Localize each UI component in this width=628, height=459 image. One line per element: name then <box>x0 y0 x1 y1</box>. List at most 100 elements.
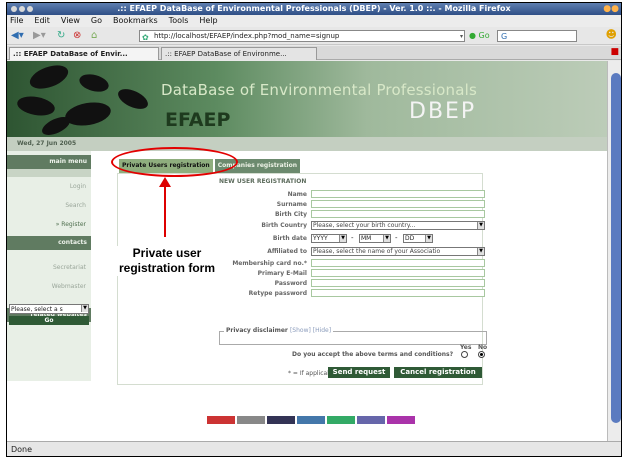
arrow-line <box>164 185 166 237</box>
birth-city-input[interactable] <box>311 210 485 218</box>
terms-question: Do you accept the above terms and condit… <box>292 351 454 358</box>
browser-window: .:: EFAEP DataBase of Environmental Prof… <box>6 2 622 457</box>
menu-edit[interactable]: Edit <box>34 15 50 27</box>
birth-country-select[interactable]: Please, select your birth country... ▼ <box>311 221 485 230</box>
surname-input[interactable] <box>311 200 485 208</box>
footer-badge[interactable] <box>267 416 295 424</box>
chevron-down-icon: ▼ <box>477 222 484 229</box>
status-bar: Done <box>7 441 621 456</box>
name-input[interactable] <box>311 190 485 198</box>
membership-input[interactable] <box>311 259 485 267</box>
tab-signup[interactable]: .:: EFAEP DataBase of Envir... <box>9 47 159 60</box>
chevron-down-icon: ▼ <box>383 235 390 242</box>
affiliated-label: Affiliated to <box>267 248 307 255</box>
retype-password-input[interactable] <box>311 289 485 297</box>
menu-file[interactable]: File <box>10 15 23 27</box>
name-label: Name <box>287 191 307 198</box>
search-box[interactable]: G <box>497 30 577 42</box>
site-banner: DataBase of Environmental Professionals … <box>7 61 607 137</box>
email-input[interactable] <box>311 269 485 277</box>
chevron-down-icon: ▼ <box>477 248 484 255</box>
efaep-logo: EFAEP <box>165 109 231 131</box>
sidebar-contacts-heading: contacts <box>7 236 91 250</box>
sidebar-item-secretariat[interactable]: Secretariat <box>7 264 91 271</box>
footer-badge[interactable] <box>207 416 235 424</box>
affiliated-select[interactable]: Please, select the name of your Associat… <box>311 247 485 256</box>
chevron-down-icon: ▼ <box>425 235 432 242</box>
scrollbar-thumb[interactable] <box>611 73 621 423</box>
stop-icon[interactable]: ⊗ <box>73 30 81 41</box>
url-bar[interactable]: ✿ http://localhost/EFAEP/index.php?mod_n… <box>139 30 465 42</box>
footer-badges <box>207 416 415 424</box>
footer-badge[interactable] <box>387 416 415 424</box>
sidebar-item-register[interactable]: » Register <box>7 221 91 228</box>
page-scrollbar[interactable] <box>607 61 621 441</box>
site-favicon-icon: ✿ <box>142 33 149 42</box>
birth-day-select[interactable]: DD ▼ <box>403 234 433 243</box>
birth-country-label: Birth Country <box>261 222 307 229</box>
window-close-icon[interactable]: ●● <box>603 3 619 14</box>
annotation-label: Private user registration form <box>114 246 220 276</box>
footer-badge[interactable] <box>327 416 355 424</box>
terms-no-radio[interactable] <box>478 351 485 358</box>
menu-bar: File Edit View Go Bookmarks Tools Help <box>7 15 621 27</box>
email-label: Primary E-Mail <box>257 270 307 277</box>
chevron-down-icon: ▼ <box>339 235 346 242</box>
sidebar-item-search[interactable]: Search <box>7 202 91 209</box>
footer-badge[interactable] <box>357 416 385 424</box>
menu-tools[interactable]: Tools <box>169 15 189 27</box>
date-strip: Wed, 27 Jun 2005 <box>7 137 607 151</box>
birth-date-label: Birth date <box>272 235 307 242</box>
chevron-down-icon: ▼ <box>81 305 88 312</box>
search-engine-icon: G <box>501 32 508 41</box>
reload-icon[interactable]: ↻ <box>57 30 65 41</box>
banner-title: DataBase of Environmental Professionals <box>161 81 478 99</box>
birth-year-select[interactable]: YYYY ▼ <box>311 234 347 243</box>
privacy-show-hide-links[interactable]: [Show] [Hide] <box>290 327 331 334</box>
birth-month-select[interactable]: MM ▼ <box>359 234 391 243</box>
cancel-registration-button[interactable]: Cancel registration <box>394 367 482 378</box>
back-icon[interactable]: ◀▾ <box>11 30 24 41</box>
password-input[interactable] <box>311 279 485 287</box>
menu-go[interactable]: Go <box>91 15 102 27</box>
privacy-disclaimer-box: Privacy disclaimer [Show] [Hide] <box>219 327 487 345</box>
password-label: Password <box>274 280 307 287</box>
menu-help[interactable]: Help <box>199 15 217 27</box>
page-content: DataBase of Environmental Professionals … <box>7 61 607 441</box>
tab-other[interactable]: .:: EFAEP DataBase of Environme... <box>161 47 317 60</box>
birth-city-label: Birth City <box>274 211 307 218</box>
close-tab-icon[interactable]: ■ <box>610 47 619 57</box>
privacy-legend: Privacy disclaimer [Show] [Hide] <box>224 327 334 334</box>
tab-bar: .:: EFAEP DataBase of Envir... .:: EFAEP… <box>7 46 621 60</box>
yes-label: Yes <box>460 344 472 351</box>
url-text: http://localhost/EFAEP/index.php?mod_nam… <box>154 32 340 40</box>
window-controls[interactable] <box>11 4 33 14</box>
dbep-logo: DBEP <box>409 99 477 124</box>
menu-view[interactable]: View <box>61 15 80 27</box>
terms-yes-radio[interactable] <box>461 351 468 358</box>
registration-form: NEW USER REGISTRATION Name Surname Birth… <box>117 173 487 385</box>
go-button[interactable]: ● Go <box>469 31 490 40</box>
sidebar-item-login[interactable]: Login <box>7 183 91 190</box>
related-go-button[interactable]: Go <box>9 316 89 325</box>
forward-icon[interactable]: ▶▾ <box>33 30 46 41</box>
window-titlebar: .:: EFAEP DataBase of Environmental Prof… <box>7 3 621 15</box>
sidebar-main-menu-heading: main menu <box>7 155 91 169</box>
navigation-toolbar: ◀▾ ▶▾ ↻ ⊗ ⌂ ✿ http://localhost/EFAEP/ind… <box>7 27 621 45</box>
retype-password-label: Retype password <box>248 290 307 297</box>
footer-badge[interactable] <box>237 416 265 424</box>
url-dropdown-icon[interactable]: ▾ <box>460 31 463 42</box>
highlight-ellipse <box>111 147 238 177</box>
footer-badge[interactable] <box>297 416 325 424</box>
smiley-icon: ☻ <box>605 28 617 41</box>
menu-bookmarks[interactable]: Bookmarks <box>113 15 158 27</box>
home-icon[interactable]: ⌂ <box>91 30 97 41</box>
sidebar-item-webmaster[interactable]: Webmaster <box>7 283 91 290</box>
surname-label: Surname <box>276 201 307 208</box>
no-label: No <box>478 344 488 351</box>
membership-label: Membership card no.* <box>232 260 307 267</box>
window-title: .:: EFAEP DataBase of Environmental Prof… <box>117 4 511 13</box>
send-request-button[interactable]: Send request <box>328 367 390 378</box>
form-title: NEW USER REGISTRATION <box>219 178 307 185</box>
related-websites-select[interactable]: Please, select a s ▼ <box>9 304 89 314</box>
